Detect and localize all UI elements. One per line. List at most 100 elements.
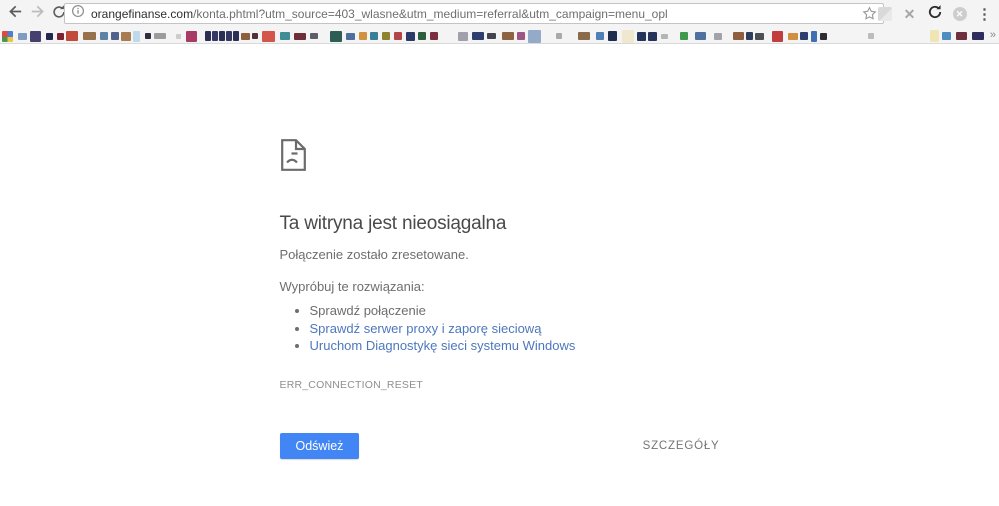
error-message: Połączenie zostało zresetowane. [280,246,720,263]
error-content: Ta witryna jest nieosiągalna Połączenie … [280,44,720,459]
bookmark-favicon[interactable] [66,31,78,41]
bookmark-favicon[interactable] [330,31,342,42]
bookmark-favicon[interactable] [57,33,64,40]
back-arrow-icon [7,3,24,25]
browser-menu-button[interactable]: ⋮ [976,6,993,23]
bookmark-favicon[interactable] [578,32,590,40]
bookmark-favicon[interactable] [121,32,131,41]
windmill-extension-icon[interactable]: ✕ [901,6,918,23]
forward-button[interactable] [26,2,48,26]
bookmark-favicon[interactable] [252,33,258,39]
bookmark-favicon[interactable] [556,33,562,39]
bookmark-favicon[interactable] [755,33,764,40]
bookmark-favicon[interactable] [517,32,525,40]
bookmark-favicon[interactable] [608,31,617,41]
bookmark-favicon[interactable] [956,32,967,40]
suggestions-list: Sprawdź połączenie Sprawdź serwer proxy … [280,302,720,355]
bookmark-favicon[interactable] [111,32,119,40]
bookmark-favicon[interactable] [205,31,211,41]
bookmark-favicon[interactable] [226,31,232,41]
suggestions-heading: Wypróbuj te rozwiązania: [280,278,720,295]
bookmark-favicon[interactable] [18,33,27,40]
details-button[interactable]: SZCZEGÓŁY [643,440,720,452]
url-domain: orangefinanse.com [91,7,193,21]
bookmark-favicon[interactable] [800,32,808,40]
proxy-link[interactable]: Sprawdź serwer proxy i zaporę sieciową [310,321,542,336]
circle-x-icon: ✕ [953,7,967,21]
bookmark-favicon[interactable] [46,33,53,40]
bookmark-favicon[interactable] [294,33,306,40]
sad-page-icon [280,138,720,177]
disabled-extension-icon[interactable]: ✕ [951,6,968,23]
bookmark-favicon[interactable] [811,31,817,42]
bookmark-favicon[interactable] [418,32,426,40]
bookmark-favicon[interactable] [596,32,604,40]
bookmark-favicon[interactable] [622,30,634,43]
page-info-icon[interactable] [71,4,85,23]
extensions-area: ✕ ✕ ⋮ [876,0,999,28]
bookmark-favicon[interactable] [528,30,541,43]
refresh-button[interactable]: Odśwież [280,433,360,459]
bookmark-favicon[interactable] [680,32,688,40]
bookmark-favicon[interactable] [930,30,939,42]
bookmark-favicon[interactable] [83,32,96,40]
bookmark-favicon[interactable] [820,33,827,40]
bookmark-favicon[interactable] [733,32,744,40]
bookmark-favicon[interactable] [430,32,438,40]
navigation-buttons [0,0,70,28]
bookmark-favicon[interactable] [133,31,140,42]
bookmark-favicon[interactable] [502,32,514,40]
sync-extension-icon[interactable] [926,6,943,23]
bookmark-favicon[interactable] [233,31,239,41]
bookmark-favicon[interactable] [370,32,378,40]
bookmark-favicon[interactable] [186,31,197,42]
bookmark-favicon[interactable] [648,32,657,41]
bookmark-favicon[interactable] [394,32,402,40]
circular-arrows-icon [927,4,943,25]
pdf-extension-icon[interactable] [876,6,893,23]
back-button[interactable] [4,2,26,26]
bookmark-favicon[interactable] [487,33,496,39]
url-text: orangefinanse.com/konta.phtml?utm_source… [91,7,858,21]
bookmark-favicon[interactable] [406,32,415,41]
bookmark-favicon[interactable] [241,33,250,40]
bookmark-favicon[interactable] [788,33,798,40]
suggestion-run-diagnostics: Uruchom Diagnostykę sieci systemu Window… [310,337,720,355]
bookmark-favicon[interactable] [359,32,367,40]
bookmarks-bar: » [0,28,999,44]
bookmark-favicon[interactable] [176,34,181,39]
bookmark-favicon[interactable] [714,33,722,40]
address-bar[interactable]: orangefinanse.com/konta.phtml?utm_source… [64,3,884,24]
bookmark-favicon[interactable] [346,33,355,40]
bookmark-favicon[interactable] [661,34,668,39]
browser-toolbar: orangefinanse.com/konta.phtml?utm_source… [0,0,999,28]
bookmark-star-icon[interactable] [862,6,877,21]
bookmark-favicon[interactable] [219,31,225,41]
bookmark-favicon[interactable] [695,32,706,40]
bookmark-favicon[interactable] [100,32,108,40]
bookmark-favicon[interactable] [310,33,318,39]
bookmark-favicon[interactable] [772,31,783,42]
bookmark-favicon[interactable] [458,32,468,41]
bookmark-favicon[interactable] [145,33,151,39]
bookmark-favicon[interactable] [972,32,984,40]
bookmark-favicon[interactable] [746,32,753,40]
bookmark-favicon[interactable] [280,32,290,40]
pdf-icon [878,7,892,21]
url-path: /konta.phtml?utm_source=403_wlasne&utm_m… [193,7,668,21]
bookmark-favicon[interactable] [942,32,951,40]
bookmark-favicon[interactable] [154,33,166,39]
bookmark-favicon[interactable] [212,31,218,41]
bookmark-favicon[interactable] [262,31,275,42]
error-page: Ta witryna jest nieosiągalna Połączenie … [0,44,999,505]
bookmark-favicon[interactable] [382,32,390,40]
bookmark-favicon[interactable] [30,31,41,42]
diagnostics-link[interactable]: Uruchom Diagnostykę sieci systemu Window… [310,338,576,353]
bookmark-favicon[interactable] [637,32,646,41]
bookmarks-overflow-chevron[interactable]: » [990,29,996,42]
error-title: Ta witryna jest nieosiągalna [280,211,720,237]
bookmark-favicon[interactable] [472,32,484,40]
windmill-icon: ✕ [904,7,916,21]
bookmark-favicon[interactable] [2,31,13,42]
bookmark-favicon[interactable] [868,33,874,39]
